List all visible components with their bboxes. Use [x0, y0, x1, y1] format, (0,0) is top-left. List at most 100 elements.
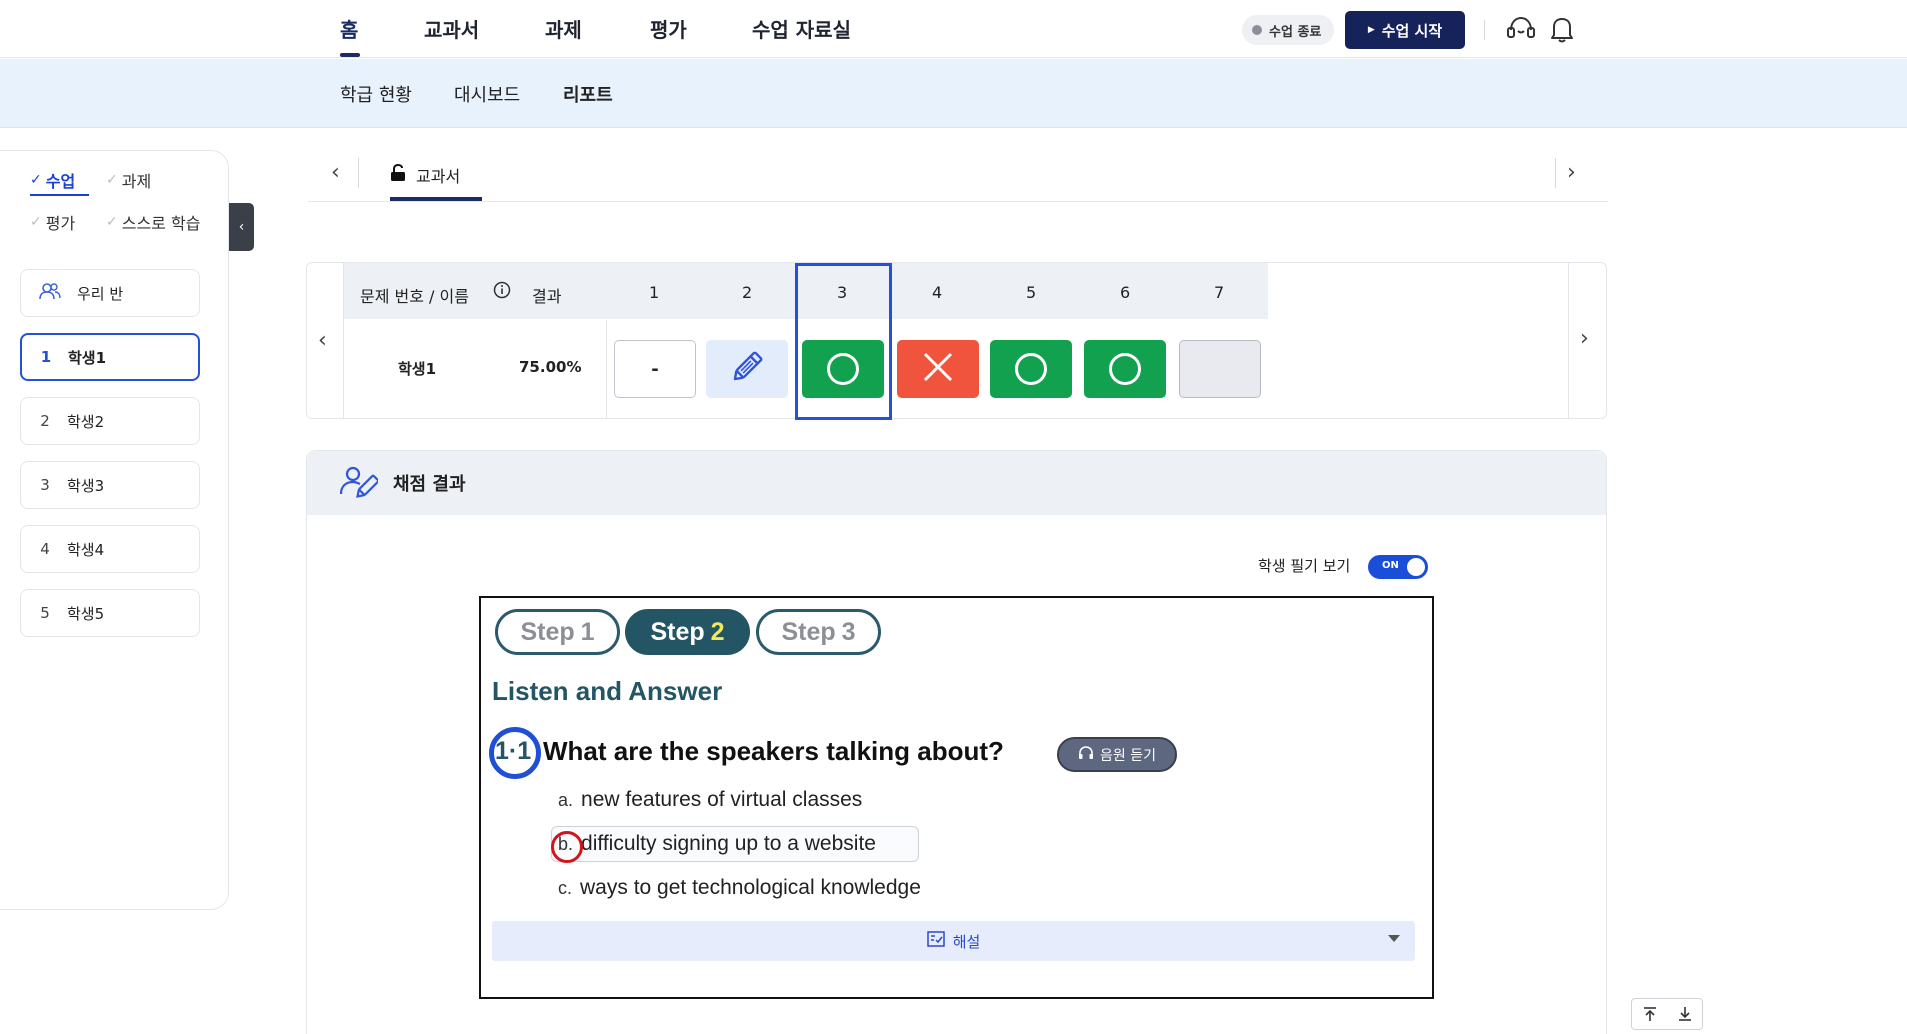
nav-assignment[interactable]: 과제 — [545, 14, 582, 43]
student-number: 1 — [40, 348, 52, 366]
tab-divider-left — [358, 158, 359, 188]
choice-letter: a. — [558, 789, 574, 810]
result-right-divider — [1568, 263, 1569, 419]
student-name: 학생3 — [67, 476, 105, 495]
student-item-2[interactable]: 2 학생2 — [20, 397, 200, 445]
filter-self-study-label: 스스로 학습 — [121, 214, 201, 233]
circle-o-icon — [1015, 353, 1047, 385]
pencil-icon — [727, 347, 767, 391]
start-class-button[interactable]: ▶ 수업 시작 — [1345, 11, 1465, 49]
choice-c[interactable]: c. ways to get technological knowledge — [558, 876, 921, 900]
circle-o-icon — [1109, 353, 1141, 385]
info-icon[interactable] — [493, 281, 511, 303]
choice-text: ways to get technological knowledge — [580, 876, 921, 899]
result-cell-6[interactable] — [1084, 340, 1166, 398]
step-3-pill[interactable]: Step 3 — [756, 609, 881, 655]
student-item-4[interactable]: 4 학생4 — [20, 525, 200, 573]
listen-audio-label: 음원 듣기 — [1100, 747, 1156, 764]
choice-letter: c. — [558, 877, 573, 898]
sidebar-collapse-button[interactable]: ‹ — [229, 203, 254, 251]
tab-textbook[interactable]: 교과서 — [390, 163, 460, 187]
step-number: 1 — [580, 617, 595, 646]
student-notes-toggle[interactable]: ON — [1368, 555, 1428, 579]
group-users-icon — [39, 282, 61, 304]
nav-active-indicator — [340, 53, 360, 57]
toggle-state-text: ON — [1382, 560, 1399, 571]
listen-audio-button[interactable]: 음원 듣기 — [1057, 737, 1177, 772]
explanation-toggle[interactable]: 해설 — [492, 921, 1415, 961]
grading-result-header — [307, 451, 1606, 515]
result-cell-2[interactable] — [706, 340, 788, 398]
x-icon — [922, 351, 954, 387]
header-question-7: 7 — [1214, 283, 1225, 302]
nav-assessment[interactable]: 평가 — [650, 14, 687, 43]
subnav-class-status[interactable]: 학급 현황 — [340, 81, 412, 107]
result-cell-7[interactable] — [1179, 340, 1261, 398]
filter-assignment[interactable]: ✓ 과제 — [106, 168, 151, 192]
check-icon: ✓ — [30, 172, 42, 188]
filter-assessment-label: 평가 — [45, 214, 76, 233]
tab-bar-baseline — [308, 201, 1608, 202]
section-title: Listen and Answer — [492, 676, 723, 706]
nav-textbook[interactable]: 교과서 — [424, 14, 479, 43]
result-cell-5[interactable] — [990, 340, 1072, 398]
result-cell-4[interactable] — [897, 340, 979, 398]
subnav-report[interactable]: 리포트 — [563, 81, 613, 107]
header-result: 결과 — [532, 287, 562, 306]
step-number: 3 — [841, 617, 856, 646]
tab-prev-arrow[interactable]: ‹ — [331, 160, 340, 185]
class-all-item[interactable]: 우리 반 — [20, 269, 200, 317]
result-cell-1[interactable]: - — [614, 340, 696, 398]
result-row-divider — [606, 320, 607, 418]
tab-divider-right — [1555, 158, 1556, 188]
filter-class[interactable]: ✓ 수업 — [30, 168, 75, 192]
result-next-arrow[interactable]: › — [1580, 326, 1589, 351]
check-icon: ✓ — [106, 172, 118, 188]
bell-icon[interactable] — [1548, 14, 1576, 48]
student-item-1[interactable]: 1 학생1 — [20, 333, 200, 381]
sub-navigation: 학급 현황 대시보드 리포트 — [0, 59, 1907, 128]
student-item-5[interactable]: 5 학생5 — [20, 589, 200, 637]
filter-self-study[interactable]: ✓ 스스로 학습 — [106, 210, 200, 234]
filter-assignment-label: 과제 — [121, 172, 152, 191]
support-headset-icon[interactable] — [1505, 14, 1537, 48]
choice-a[interactable]: a. new features of virtual classes — [558, 788, 862, 812]
top-navigation: 홈 교과서 과제 평가 수업 자료실 수업 종료 ▶ 수업 시작 — [0, 0, 1907, 58]
check-icon: ✓ — [30, 214, 42, 230]
student-name: 학생4 — [67, 540, 105, 559]
nav-class-materials[interactable]: 수업 자료실 — [752, 14, 851, 43]
question-text: What are the speakers talking about? — [543, 736, 1004, 766]
grading-result-title: 채점 결과 — [393, 474, 466, 495]
student-item-3[interactable]: 3 학생3 — [20, 461, 200, 509]
filter-class-label: 수업 — [45, 172, 76, 191]
result-score: 75.00% — [519, 358, 582, 376]
caret-down-icon — [1388, 935, 1400, 942]
choice-b[interactable]: b. difficulty signing up to a website — [558, 832, 876, 856]
step-2-pill[interactable]: Step 2 — [625, 609, 750, 655]
selected-question-highlight — [795, 263, 892, 420]
subnav-dashboard[interactable]: 대시보드 — [454, 81, 520, 107]
tab-textbook-label: 교과서 — [416, 167, 461, 186]
filter-assessment[interactable]: ✓ 평가 — [30, 210, 75, 234]
scroll-bottom-icon[interactable] — [1667, 999, 1702, 1029]
header-question-name: 문제 번호 / 이름 — [360, 287, 469, 306]
result-prev-arrow[interactable]: ‹ — [318, 328, 327, 353]
tab-next-arrow[interactable]: › — [1567, 160, 1576, 185]
step-number: 2 — [710, 617, 725, 646]
step-word: Step — [520, 617, 575, 646]
topbar-divider — [1484, 20, 1485, 40]
explanation-label: 해설 — [952, 932, 981, 951]
grading-pen-icon — [338, 464, 380, 506]
scroll-controls — [1631, 998, 1703, 1030]
student-number: 3 — [40, 476, 50, 494]
chevron-left-icon: ‹ — [238, 219, 245, 235]
unlock-icon — [390, 163, 406, 186]
nav-home[interactable]: 홈 — [340, 14, 358, 43]
scroll-top-icon[interactable] — [1632, 999, 1667, 1029]
student-number: 4 — [40, 540, 50, 558]
status-dot-icon — [1252, 25, 1262, 35]
step-word: Step — [781, 617, 836, 646]
start-class-label: 수업 시작 — [1381, 21, 1443, 40]
step-1-pill[interactable]: Step 1 — [495, 609, 620, 655]
choice-text: difficulty signing up to a website — [581, 832, 876, 855]
